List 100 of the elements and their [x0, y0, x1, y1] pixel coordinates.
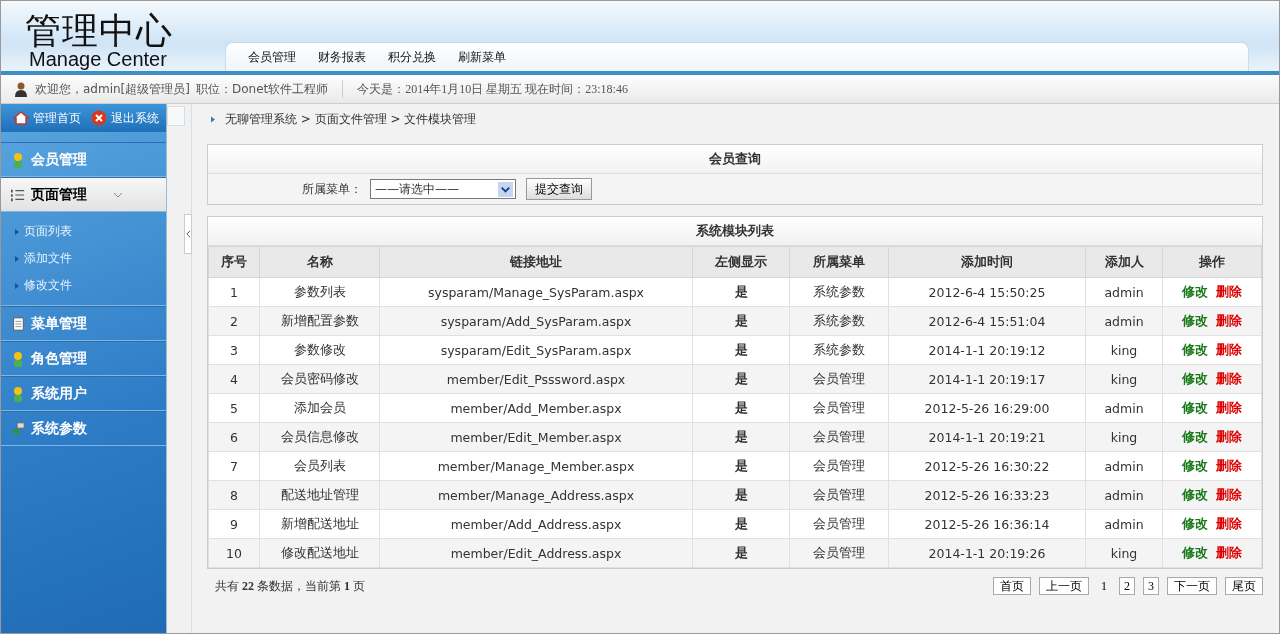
table-cell: 添加会员: [259, 393, 380, 423]
sidebar-menu-item[interactable]: 系统用户: [1, 376, 166, 411]
table-cell: 参数列表: [259, 277, 380, 307]
table-cell: 是: [692, 393, 790, 423]
delete-link[interactable]: 删除: [1216, 283, 1242, 299]
column-header: 添加时间: [888, 246, 1086, 278]
table-cell: 会员管理: [789, 422, 889, 452]
record-summary: 共有 22 条数据，当前第 1 页: [215, 577, 365, 595]
delete-link[interactable]: 删除: [1216, 457, 1242, 473]
table-cell: 会员列表: [259, 451, 380, 481]
sidebar-menu-item[interactable]: 系统参数: [1, 411, 166, 446]
nav-link[interactable]: 会员管理: [248, 48, 296, 66]
table-cell: sysparam/Add_SysParam.aspx: [379, 306, 693, 336]
table-cell: 是: [692, 480, 790, 510]
table-cell: member/Add_Member.aspx: [379, 393, 693, 423]
person-icon: [11, 350, 25, 367]
sidebar-menu-item[interactable]: 菜单管理: [1, 306, 166, 341]
table-cell: 8: [208, 480, 260, 510]
nav-link[interactable]: 刷新菜单: [458, 48, 506, 66]
table-cell: admin: [1085, 451, 1163, 481]
edit-link[interactable]: 修改: [1182, 544, 1208, 560]
table-cell: 是: [692, 364, 790, 394]
table-cell: 2012-5-26 16:30:22: [888, 451, 1086, 481]
column-header: 名称: [259, 246, 380, 278]
page-number[interactable]: 2: [1119, 577, 1135, 595]
triangle-icon: [211, 115, 215, 123]
logo-subtitle: Manage Center: [28, 49, 168, 71]
table-cell: 修改配送地址: [259, 538, 380, 568]
delete-link[interactable]: 删除: [1216, 312, 1242, 328]
table-cell: member/Edit_Psssword.aspx: [379, 364, 693, 394]
collapse-button[interactable]: [184, 214, 192, 254]
delete-link[interactable]: 删除: [1216, 428, 1242, 444]
table-cell: 2012-5-26 16:36:14: [888, 509, 1086, 539]
table-cell: 新增配置参数: [259, 306, 380, 336]
edit-link[interactable]: 修改: [1182, 341, 1208, 357]
page-number[interactable]: 1: [1097, 577, 1111, 595]
welcome-text: 欢迎您，admin[超级管理员]: [35, 80, 190, 98]
edit-link[interactable]: 修改: [1182, 399, 1208, 415]
logo-title: 管理中心: [25, 13, 174, 49]
table-cell: king: [1085, 335, 1163, 365]
last-page-button[interactable]: 尾页: [1225, 577, 1263, 595]
table-cell: member/Add_Address.aspx: [379, 509, 693, 539]
table-cell: member/Edit_Address.aspx: [379, 538, 693, 568]
submit-button[interactable]: 提交查询: [526, 178, 592, 200]
position-text: 职位：Donet软件工程师: [195, 80, 329, 98]
delete-link[interactable]: 删除: [1216, 370, 1242, 386]
column-header: 操作: [1162, 246, 1262, 278]
delete-link[interactable]: 删除: [1216, 399, 1242, 415]
table-cell: 会员密码修改: [259, 364, 380, 394]
table-cell: 2: [208, 306, 260, 336]
edit-link[interactable]: 修改: [1182, 428, 1208, 444]
table-cell: 系统参数: [789, 277, 889, 307]
nav-link[interactable]: 积分兑换: [388, 48, 436, 66]
person-icon: [11, 151, 25, 168]
sidebar-top-button[interactable]: 管理首页: [13, 109, 81, 127]
edit-link[interactable]: 修改: [1182, 457, 1208, 473]
edit-link[interactable]: 修改: [1182, 486, 1208, 502]
table-cell: member/Edit_Member.aspx: [379, 422, 693, 452]
first-page-button[interactable]: 首页: [993, 577, 1031, 595]
scroll-up-button[interactable]: [167, 106, 185, 126]
table-cell: 2014-1-1 20:19:26: [888, 538, 1086, 568]
bullet-icon: [15, 282, 19, 289]
nav-link[interactable]: 财务报表: [318, 48, 366, 66]
table-cell: 会员管理: [789, 451, 889, 481]
sidebar-menu-item[interactable]: 页面管理: [1, 177, 166, 212]
table-cell: 是: [692, 277, 790, 307]
table-cell: admin: [1085, 393, 1163, 423]
edit-link[interactable]: 修改: [1182, 370, 1208, 386]
delete-link[interactable]: 删除: [1216, 544, 1242, 560]
table-cell: 6: [208, 422, 260, 452]
bullet-icon: [15, 255, 19, 262]
chevron-icon: [185, 230, 191, 238]
delete-link[interactable]: 删除: [1216, 515, 1242, 531]
table-cell: 会员管理: [789, 393, 889, 423]
sidebar-top-button[interactable]: 退出系统: [91, 109, 159, 127]
column-header: 序号: [208, 246, 260, 278]
table-cell: admin: [1085, 306, 1163, 336]
sidebar-subitem[interactable]: 修改文件: [15, 272, 166, 299]
edit-link[interactable]: 修改: [1182, 312, 1208, 328]
table-cell: admin: [1085, 277, 1163, 307]
table-cell: 是: [692, 306, 790, 336]
delete-link[interactable]: 删除: [1216, 486, 1242, 502]
table-cell: 3: [208, 335, 260, 365]
previous-page-button[interactable]: 上一页: [1039, 577, 1089, 595]
user-icon: [13, 81, 29, 97]
sidebar-subitem[interactable]: 页面列表: [15, 218, 166, 245]
table-cell: 配送地址管理: [259, 480, 380, 510]
sidebar-menu-item[interactable]: 角色管理: [1, 341, 166, 376]
delete-link[interactable]: 删除: [1216, 341, 1242, 357]
table-cell: 5: [208, 393, 260, 423]
menu-select[interactable]: ——请选中——: [370, 179, 516, 199]
edit-link[interactable]: 修改: [1182, 283, 1208, 299]
edit-link[interactable]: 修改: [1182, 515, 1208, 531]
table-cell: 2012-6-4 15:50:25: [888, 277, 1086, 307]
page-number[interactable]: 3: [1143, 577, 1159, 595]
next-page-button[interactable]: 下一页: [1167, 577, 1217, 595]
table-cell: 4: [208, 364, 260, 394]
table-cell: 是: [692, 538, 790, 568]
home-icon: [13, 110, 29, 126]
sidebar-subitem[interactable]: 添加文件: [15, 245, 166, 272]
